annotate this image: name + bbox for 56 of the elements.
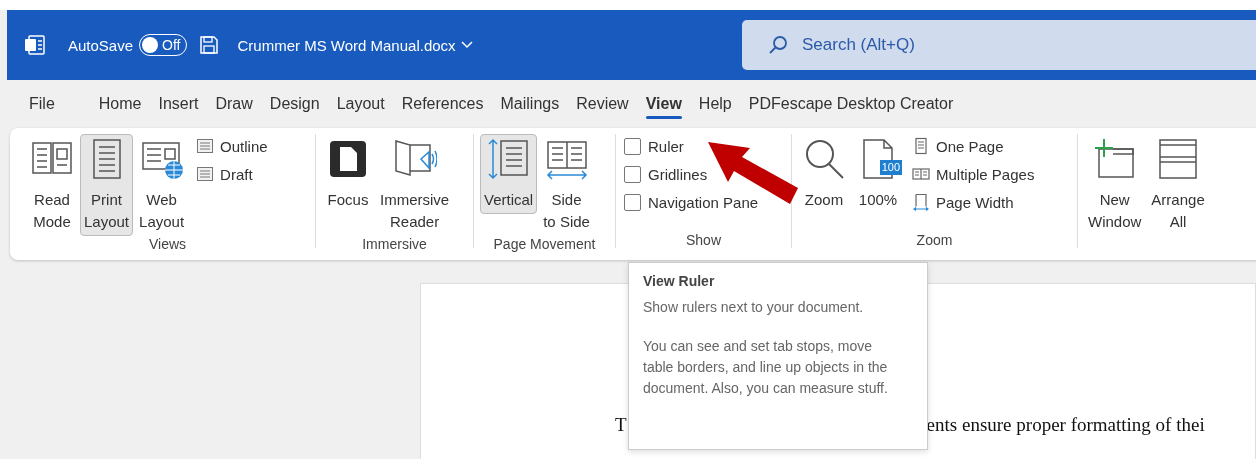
ribbon-button[interactable]: Print Layout [80, 134, 134, 236]
autosave-label: AutoSave [68, 36, 134, 54]
two-pages-icon [912, 165, 930, 183]
ribbon-tab[interactable]: Mailings [493, 87, 567, 121]
ribbon-button[interactable]: 100 100% [852, 134, 904, 214]
group-label: Zoom [915, 232, 954, 248]
group-label: Page Movement [492, 236, 597, 252]
word-logo-icon[interactable] [24, 34, 46, 56]
search-icon [768, 35, 788, 55]
search-field[interactable]: Search (Alt+Q) [742, 20, 1256, 70]
ribbon-tab[interactable]: Design [262, 87, 327, 121]
group-label: Views [147, 236, 188, 252]
ribbon-button[interactable]: Focus [322, 134, 374, 214]
single-page-icon [912, 137, 930, 155]
page-width-icon [912, 193, 930, 211]
checkbox-option[interactable]: Gridlines [622, 162, 710, 187]
zoom-level-badge: 100 [879, 160, 902, 175]
ribbon-button[interactable]: One Page [910, 134, 1037, 158]
tooltip-text: Show rulers next to your document. [643, 298, 865, 317]
new-window-icon [1092, 137, 1137, 181]
ribbon-tab[interactable]: Layout [329, 87, 392, 121]
chevron-down-icon [460, 41, 473, 49]
ribbon-tab[interactable]: View [638, 87, 689, 121]
vertical-scroll-icon [486, 137, 531, 181]
ribbon-button[interactable]: Draft [194, 162, 270, 186]
outline-icon [196, 137, 215, 155]
checkbox-option[interactable]: Ruler [622, 134, 686, 159]
ribbon-button[interactable]: Immersive Reader [376, 134, 454, 236]
ribbon-tab[interactable]: Home [91, 87, 149, 121]
document-text: T [615, 414, 627, 436]
ribbon-button[interactable]: Read Mode [26, 134, 78, 236]
ribbon-tab[interactable]: Review [569, 87, 636, 121]
draft-icon [196, 165, 215, 183]
ribbon-button[interactable]: Page Width [910, 190, 1037, 214]
ribbon-tab[interactable]: File [22, 87, 62, 121]
ribbon-button[interactable]: Zoom [798, 134, 850, 214]
ribbon-button[interactable]: Vertical [480, 134, 538, 214]
document-text: ents ensure proper formatting of thei [926, 414, 1205, 436]
save-icon[interactable] [199, 35, 220, 55]
ribbon-button[interactable]: New Window [1084, 134, 1146, 236]
ribbon-tab[interactable]: Insert [151, 87, 206, 121]
ribbon-button[interactable]: Web Layout [135, 134, 189, 236]
ribbon-button[interactable]: Arrange All [1147, 134, 1209, 236]
ribbon-tab[interactable]: Help [691, 87, 739, 121]
ribbon-tab[interactable]: Draw [208, 87, 260, 121]
ribbon-tab[interactable]: PDFescape Desktop Creator [741, 87, 961, 121]
tooltip-title: View Ruler [643, 273, 716, 289]
ribbon-button[interactable]: Multiple Pages [910, 162, 1037, 186]
checkbox-option[interactable]: Navigation Pane [622, 190, 761, 215]
group-label: Show [685, 232, 722, 248]
group-label: Immersive [361, 236, 428, 252]
tooltip-text: You can see and set tab stops, move table borders, and line up objects in the document. Also, you can measure stuff. [643, 337, 889, 398]
ribbon-button[interactable]: Outline [194, 134, 270, 158]
ribbon-button[interactable]: Side to Side [539, 134, 594, 236]
ribbon-tab[interactable]: References [394, 87, 491, 121]
document-name-button[interactable]: Crummer MS Word Manual.docx [237, 36, 473, 54]
